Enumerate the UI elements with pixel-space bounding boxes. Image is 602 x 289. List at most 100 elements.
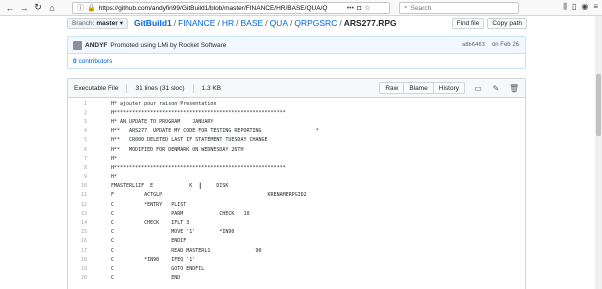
line-number[interactable]: 4 xyxy=(68,128,87,134)
info-icon: ⓘ xyxy=(77,5,84,12)
breadcrumb-base[interactable]: BASE xyxy=(241,18,264,28)
avatar[interactable] xyxy=(73,40,82,50)
library-icon[interactable]: ⫼ xyxy=(563,2,567,12)
line-number[interactable]: 3 xyxy=(68,119,87,125)
search-icon: ⌕ xyxy=(404,4,408,11)
browser-right-icons: ⫼ ▯ ◉ ≡ xyxy=(563,2,598,12)
file-size: 1.3 KB xyxy=(201,84,222,92)
url-text[interactable]: https://github.com/andyfin99/GitBuild1/b… xyxy=(99,5,344,12)
line-number[interactable]: 15 xyxy=(68,229,87,235)
forward-icon[interactable]: → xyxy=(17,1,31,15)
code-line: 18 C *IN90 IFEQ '1' xyxy=(68,255,525,264)
breadcrumb-qrpgsrc[interactable]: QRPGSRC xyxy=(294,18,337,28)
search-input[interactable]: ⌕ Search xyxy=(399,2,519,14)
line-number[interactable]: 18 xyxy=(68,257,87,263)
history-button[interactable]: History xyxy=(432,82,465,94)
line-number[interactable]: 16 xyxy=(68,238,87,244)
find-file-button[interactable]: Find file xyxy=(451,18,485,29)
code-line: 4 H** ARS277 UPDATE MY CODE FOR TESTING R… xyxy=(68,127,525,136)
breadcrumb-qua[interactable]: QUA xyxy=(270,18,288,28)
page-scrollbar[interactable] xyxy=(595,16,602,289)
lock-icon: 🔒 xyxy=(87,5,96,12)
line-number[interactable]: 14 xyxy=(68,220,87,226)
line-number[interactable]: 10 xyxy=(68,183,87,189)
code-text: C *IN90 IFEQ '1' xyxy=(111,256,196,263)
line-number[interactable]: 6 xyxy=(68,147,87,153)
copy-path-button[interactable]: Copy path xyxy=(487,18,527,29)
code-text: H** MODIFIED FOR DENMARK ON WEDNESDAY 26… xyxy=(111,146,244,153)
sidebar-icon[interactable]: ▯ xyxy=(572,2,576,12)
blame-button[interactable]: Blame xyxy=(403,82,434,94)
code-line: 5 H** CR000 DELETED LAST IF STATEMENT TUE… xyxy=(68,136,525,145)
commit-author[interactable]: ANDYF xyxy=(85,42,107,49)
divider xyxy=(126,83,128,93)
commit-date: on Feb 26 xyxy=(491,42,519,48)
code-text: C CHECK IFLT 3 xyxy=(111,220,190,227)
line-number[interactable]: 2 xyxy=(68,110,87,116)
code-text: H* xyxy=(111,174,118,181)
menu-dots-icon[interactable]: ••• xyxy=(347,5,354,12)
code-line: 14 C CHECK IFLT 3 xyxy=(68,218,525,227)
breadcrumb-finance[interactable]: FINANCE xyxy=(178,18,215,28)
account-icon[interactable]: ◉ xyxy=(581,2,588,12)
line-number[interactable]: 13 xyxy=(68,211,87,217)
search-placeholder: Search xyxy=(410,4,432,12)
bookmark-star-icon[interactable]: ☆ xyxy=(364,4,370,12)
line-number[interactable]: 19 xyxy=(68,266,87,272)
contributors-link[interactable]: 0 contributors xyxy=(68,54,525,69)
branch-select-button[interactable]: Branch: master ▾ xyxy=(67,17,128,29)
code-line: 6 H** MODIFIED FOR DENMARK ON WEDNESDAY 2… xyxy=(68,145,525,154)
file-lines: 31 lines (31 sloc) xyxy=(135,84,185,92)
code-text: H** ARS277 UPDATE MY CODE FOR TESTING RE… xyxy=(111,128,319,135)
code-text: C END xyxy=(111,275,181,282)
line-number[interactable]: 5 xyxy=(68,137,87,143)
text-cursor-icon: I xyxy=(199,181,202,191)
code-line: 19 C GOTO ENDFIL xyxy=(68,264,525,273)
back-icon[interactable]: ← xyxy=(3,1,17,15)
divider xyxy=(192,83,194,93)
code-text: H* AN UPDATE TO PROGRAM JANUARY xyxy=(111,118,214,125)
line-number[interactable]: 20 xyxy=(68,275,87,281)
code-text: C MOVE '1' *IN90 xyxy=(111,229,235,236)
breadcrumb-sep: / xyxy=(265,18,268,28)
code-text: C PARM CHECK 10 xyxy=(111,210,250,217)
commit-sha[interactable]: a8b6463 xyxy=(462,42,485,48)
contributors-count: 0 xyxy=(73,58,77,65)
line-number[interactable]: 17 xyxy=(68,248,87,254)
code-text: H** CR000 DELETED LAST IF STATEMENT TUES… xyxy=(111,137,268,144)
raw-button[interactable]: Raw xyxy=(379,82,405,94)
line-number[interactable]: 9 xyxy=(68,174,87,180)
hamburger-menu-icon[interactable]: ≡ xyxy=(593,2,598,12)
breadcrumb-sep: / xyxy=(173,18,177,28)
line-number[interactable]: 1 xyxy=(68,101,87,107)
line-number[interactable]: 12 xyxy=(68,202,87,208)
file-navigation: Branch: master ▾ GitBuild1/FINANCE / HR / BA… xyxy=(67,15,527,31)
reload-icon[interactable]: ↻ xyxy=(31,1,45,15)
code-text: C READ MASTERL1 90 xyxy=(111,247,262,254)
code-line: 10 FMASTERL1IF E K DISK xyxy=(68,182,525,191)
pencil-icon[interactable]: ✎ xyxy=(491,84,501,93)
code-line: 1 H* ajouter pour raison Presentation xyxy=(68,99,525,108)
line-number[interactable]: 11 xyxy=(68,192,87,198)
code-text: C *ENTRY PLIST xyxy=(111,201,187,208)
commit-message[interactable]: Promoted using LMi by Rocket Software xyxy=(110,42,226,49)
line-number[interactable]: 8 xyxy=(68,165,87,171)
trash-icon[interactable]: 🗑 xyxy=(509,84,519,93)
home-icon[interactable]: ⌂ xyxy=(45,1,59,15)
breadcrumb: GitBuild1/FINANCE / HR / BASE / QUA / QRPGSRC / AR… xyxy=(134,18,397,28)
code-text: C ENDIF xyxy=(111,238,187,245)
line-number[interactable]: 7 xyxy=(68,156,87,162)
code-line: 8 H**************************************… xyxy=(68,163,525,172)
url-bar[interactable]: ⓘ 🔒 https://github.com/andyfin99/GitBuil… xyxy=(72,2,390,14)
code-text: H* xyxy=(111,155,118,162)
breadcrumb-repo[interactable]: GitBuild1 xyxy=(134,18,172,28)
desktop-icon[interactable]: ▭ xyxy=(473,84,483,93)
code-line: 20 C END xyxy=(68,274,525,283)
code-text: F ACTGLP KRENAMERPGID2 xyxy=(111,192,307,199)
pocket-icon[interactable]: ◘ xyxy=(357,5,361,12)
branch-name: master xyxy=(96,19,118,27)
scrollbar-thumb[interactable] xyxy=(596,74,601,136)
code-line: 2 H**************************************… xyxy=(68,108,525,117)
code-line: 15 C MOVE '1' *IN90 xyxy=(68,228,525,237)
breadcrumb-hr[interactable]: HR xyxy=(222,18,234,28)
